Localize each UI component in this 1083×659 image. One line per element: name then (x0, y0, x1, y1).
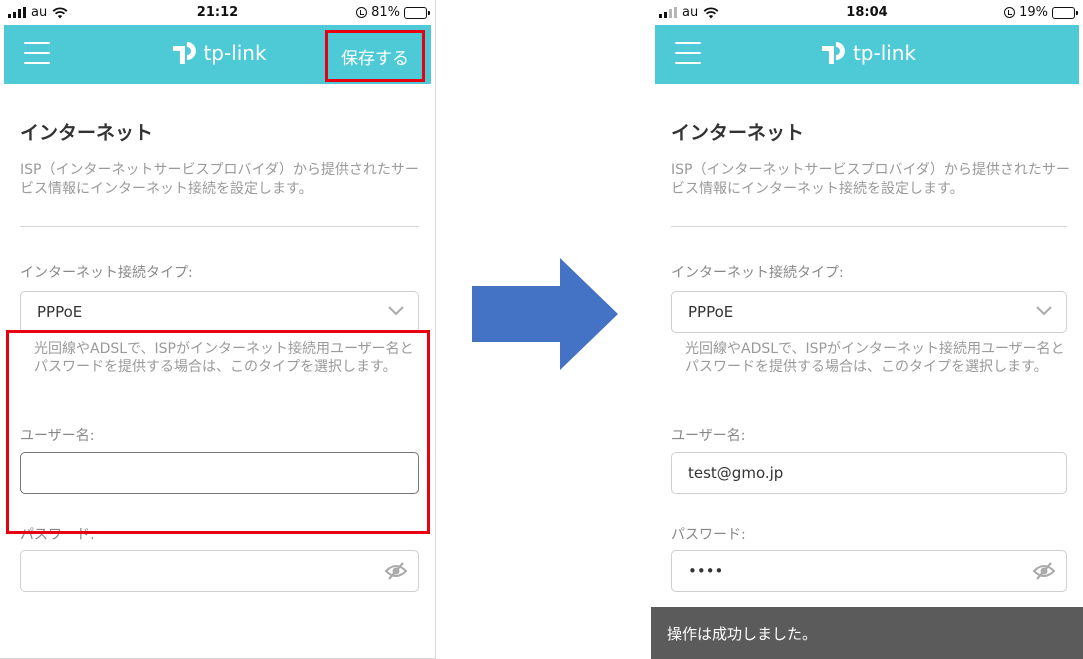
page-title: インターネット (671, 122, 805, 144)
orientation-lock-icon (1004, 7, 1016, 18)
internet-settings-form: インターネット ISP（インターネットサービスプロバイダ）から提供されたサービス… (655, 84, 1079, 659)
save-button[interactable]: 保存する (325, 30, 425, 82)
logo-text: tp-link (852, 41, 917, 65)
connection-type-value: PPPoE (688, 303, 734, 321)
app-header: tp-link 保存する (4, 25, 431, 84)
password-label: パスワード: (671, 527, 746, 543)
divider (20, 226, 419, 227)
tp-link-logo: tp-link (168, 37, 267, 69)
eye-slash-icon[interactable] (1032, 561, 1056, 581)
username-label: ユーザー名: (671, 428, 746, 444)
page-description: ISP（インターネットサービスプロバイダ）から提供されたサービス情報にインターネ… (20, 162, 419, 197)
tp-link-logo: tp-link (818, 37, 916, 69)
divider (671, 226, 1067, 227)
tp-link-logo-mark-icon (172, 42, 196, 64)
connection-type-select[interactable]: PPPoE (20, 291, 419, 333)
status-bar: au 21:12 81% (0, 0, 435, 25)
username-input[interactable]: test@gmo.jp (671, 452, 1067, 494)
connection-type-label: インターネット接続タイプ: (671, 265, 844, 281)
highlight-credentials-box (6, 330, 430, 534)
connection-type-hint: 光回線やADSLで、ISPがインターネット接続用ユーザー名とパスワードを提供する… (685, 341, 1065, 375)
page-title: インターネット (20, 122, 154, 144)
battery-percent: 81% (371, 5, 400, 20)
logo-text: tp-link (203, 41, 267, 65)
app-header: tp-link (655, 25, 1079, 84)
password-value: •••• (688, 562, 724, 580)
arrow-right-icon (472, 258, 618, 370)
connection-type-select[interactable]: PPPoE (671, 291, 1067, 333)
orientation-lock-icon (356, 7, 368, 18)
page-description: ISP（インターネットサービスプロバイダ）から提供されたサービス情報にインターネ… (671, 162, 1070, 197)
phone-screen-after: au 18:04 19% tp-link インターネット ISP（インターネット… (651, 0, 1083, 659)
hamburger-menu-icon[interactable] (24, 42, 50, 64)
chevron-down-icon (388, 306, 404, 316)
chevron-down-icon (1036, 306, 1052, 316)
connection-type-value: PPPoE (37, 303, 83, 321)
eye-slash-icon[interactable] (384, 561, 408, 581)
battery-icon (1052, 6, 1078, 19)
connection-type-label: インターネット接続タイプ: (20, 265, 193, 281)
hamburger-menu-icon[interactable] (675, 42, 701, 64)
battery-percent: 19% (1019, 5, 1048, 20)
battery-charging-icon (404, 6, 430, 19)
status-bar: au 18:04 19% (651, 0, 1083, 25)
password-input[interactable]: •••• (671, 550, 1067, 592)
phone-screen-before: au 21:12 81% tp-link 保存する インターネット ISP（イン… (0, 0, 436, 659)
password-input[interactable] (20, 550, 419, 592)
tp-link-logo-mark-icon (821, 42, 845, 64)
success-toast: 操作は成功しました。 (651, 607, 1083, 659)
